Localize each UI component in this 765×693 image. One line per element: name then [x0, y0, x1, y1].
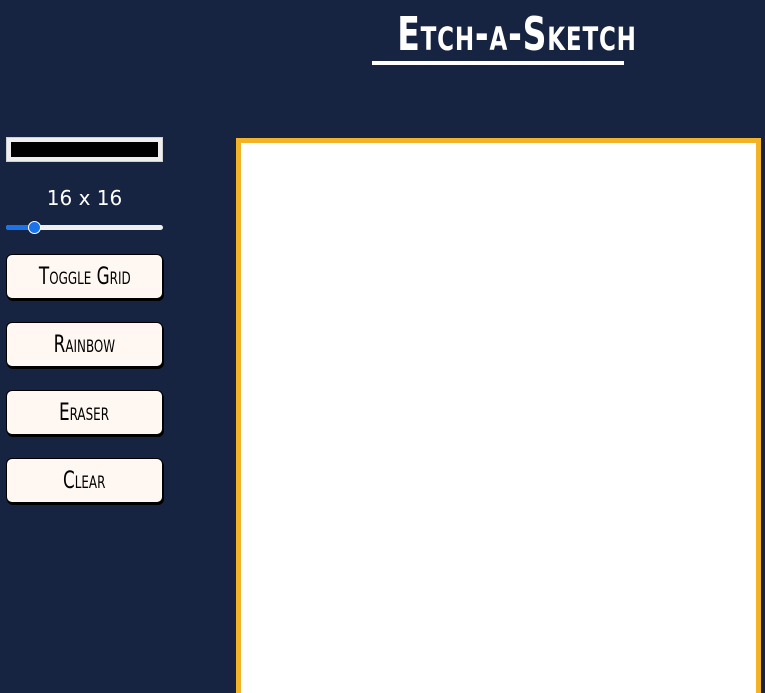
title-underline — [372, 61, 624, 65]
control-panel: 16 x 16 Toggle Grid Rainbow Eraser Clear — [6, 137, 163, 503]
clear-label: Clear — [63, 466, 106, 494]
clear-button[interactable]: Clear — [6, 458, 163, 503]
sketch-grid[interactable] — [241, 143, 756, 693]
eraser-button[interactable]: Eraser — [6, 390, 163, 435]
toggle-grid-button[interactable]: Toggle Grid — [6, 254, 163, 299]
page-title: Etch-a-Sketch — [397, 7, 637, 61]
color-picker[interactable] — [6, 137, 163, 162]
slider-thumb[interactable] — [27, 221, 41, 234]
toggle-grid-label: Toggle Grid — [38, 262, 131, 290]
grid-size-slider[interactable] — [6, 219, 163, 235]
rainbow-label: Rainbow — [53, 330, 116, 358]
rainbow-button[interactable]: Rainbow — [6, 322, 163, 367]
sketch-canvas-frame — [236, 138, 761, 693]
eraser-label: Eraser — [59, 398, 110, 426]
grid-size-label: 16 x 16 — [46, 186, 123, 210]
color-swatch — [11, 142, 158, 157]
